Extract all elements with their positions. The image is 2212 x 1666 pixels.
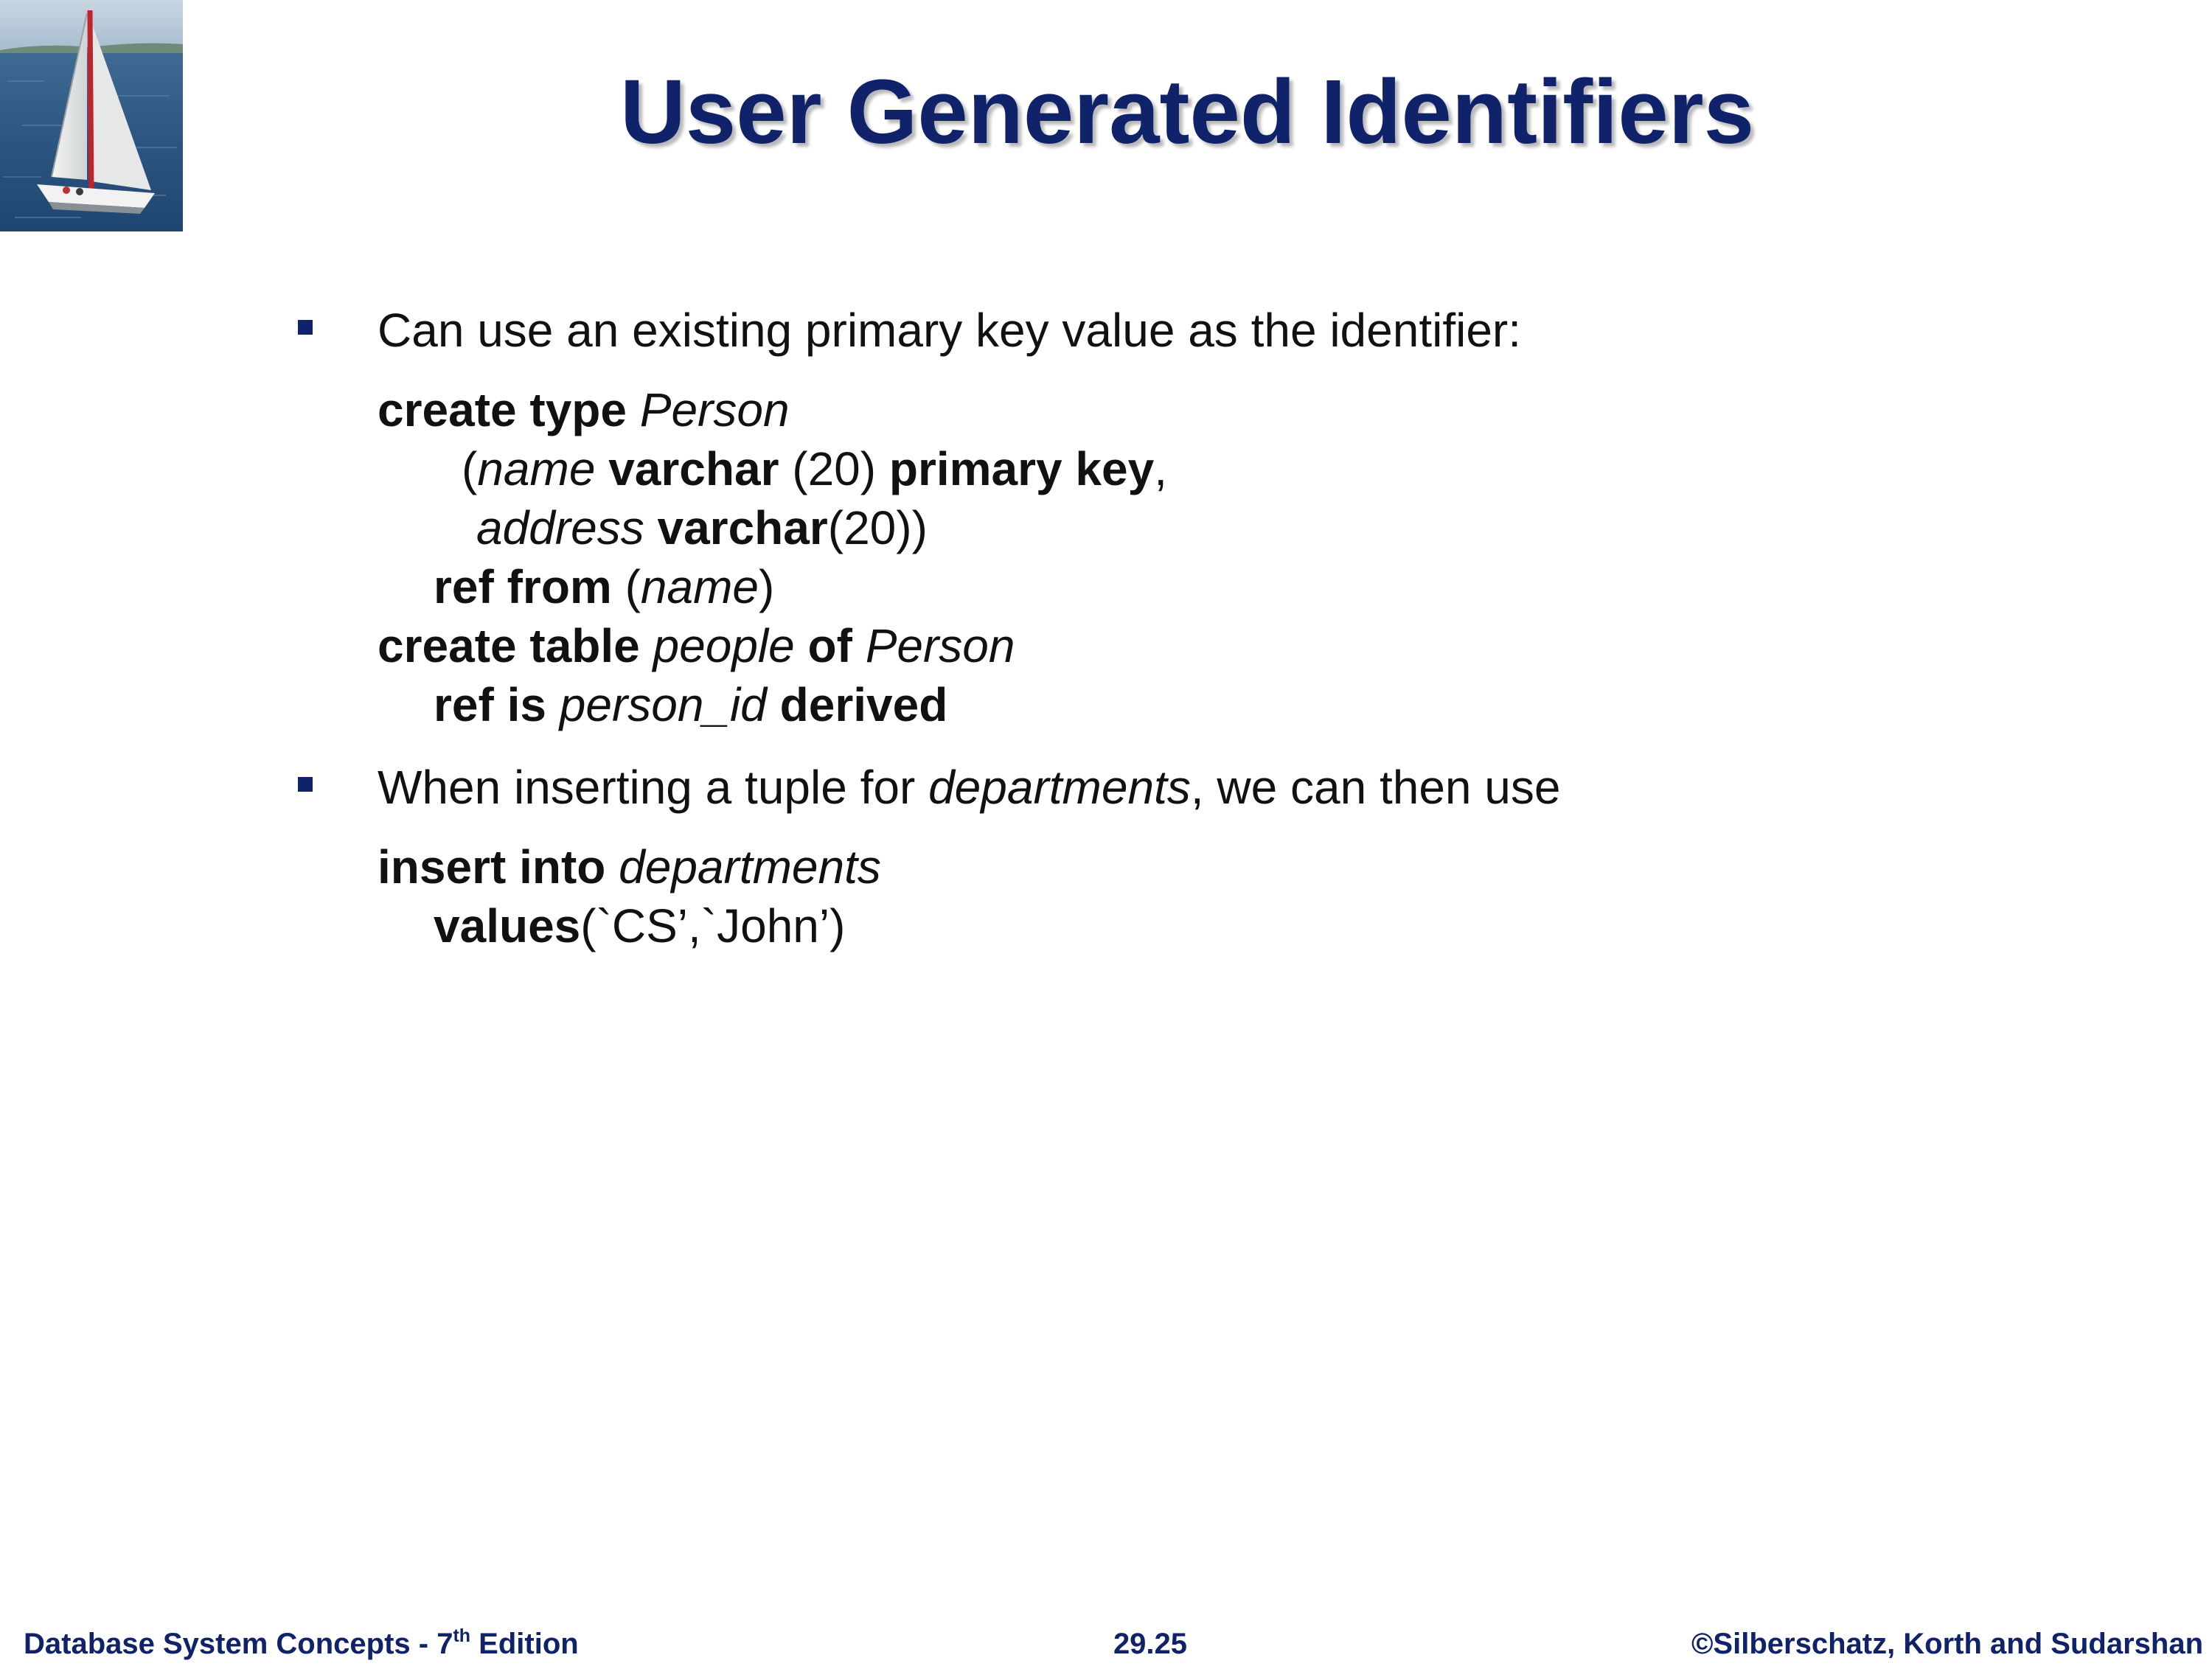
slide-content: Can use an existing primary key value as… bbox=[0, 0, 2212, 1474]
bullet-2-pre: When inserting a tuple for bbox=[378, 761, 929, 814]
identifier: departments bbox=[619, 840, 881, 893]
bullet-2-emphasis: departments bbox=[928, 761, 1191, 814]
code2-line-1: insert into departments bbox=[378, 837, 881, 896]
footer-copyright: ©Silberschatz, Korth and Sudarshan bbox=[1691, 1628, 2203, 1660]
keyword: values bbox=[434, 899, 581, 952]
code-line-1: create type Person bbox=[378, 380, 790, 439]
square-bullet-icon bbox=[298, 777, 313, 792]
identifier: address bbox=[476, 501, 644, 554]
code-line-3: address varchar(20)) bbox=[476, 498, 928, 557]
values-args: (`CS’,`John’) bbox=[580, 899, 846, 952]
bullet-2-post: , we can then use bbox=[1190, 761, 1561, 814]
keyword: varchar bbox=[608, 442, 779, 495]
footer-page-number: 29.25 bbox=[1113, 1628, 1188, 1660]
identifier: Person bbox=[639, 383, 790, 436]
code-line-6: ref is person_id derived bbox=[434, 675, 947, 734]
keyword: create type bbox=[378, 383, 627, 436]
footer-edition: Edition bbox=[470, 1628, 579, 1660]
punctuation: ( bbox=[625, 560, 641, 613]
punctuation: ( bbox=[462, 442, 478, 495]
identifier: Person bbox=[865, 619, 1015, 672]
identifier: people bbox=[653, 619, 795, 672]
identifier: person_id bbox=[559, 678, 767, 731]
code-line-4: ref from (name) bbox=[434, 557, 774, 616]
length: (20) bbox=[792, 442, 877, 495]
square-bullet-icon bbox=[298, 320, 313, 335]
footer-book-title: Database System Concepts - 7 bbox=[24, 1628, 453, 1660]
bullet-1-text: Can use an existing primary key value as… bbox=[378, 304, 1521, 357]
code-line-2: (name varchar (20) primary key, bbox=[462, 439, 1167, 498]
footer-superscript: th bbox=[453, 1625, 471, 1646]
keyword: ref is bbox=[434, 678, 546, 731]
keyword: varchar bbox=[657, 501, 828, 554]
punctuation: , bbox=[1154, 442, 1167, 495]
identifier: name bbox=[477, 442, 596, 495]
punctuation: ) bbox=[759, 560, 775, 613]
identifier: name bbox=[640, 560, 759, 613]
keyword: of bbox=[807, 619, 852, 672]
length: (20)) bbox=[827, 501, 928, 554]
keyword: insert into bbox=[378, 840, 606, 893]
code2-line-2: values(`CS’,`John’) bbox=[434, 896, 845, 955]
bullet-2-text: When inserting a tuple for departments, … bbox=[378, 758, 1560, 817]
keyword: ref from bbox=[434, 560, 612, 613]
keyword: create table bbox=[378, 619, 640, 672]
footer-left: Database System Concepts - 7th Edition bbox=[24, 1622, 579, 1666]
keyword: primary key bbox=[888, 442, 1155, 495]
code-line-5: create table people of Person bbox=[378, 616, 1015, 675]
keyword: derived bbox=[779, 678, 948, 731]
